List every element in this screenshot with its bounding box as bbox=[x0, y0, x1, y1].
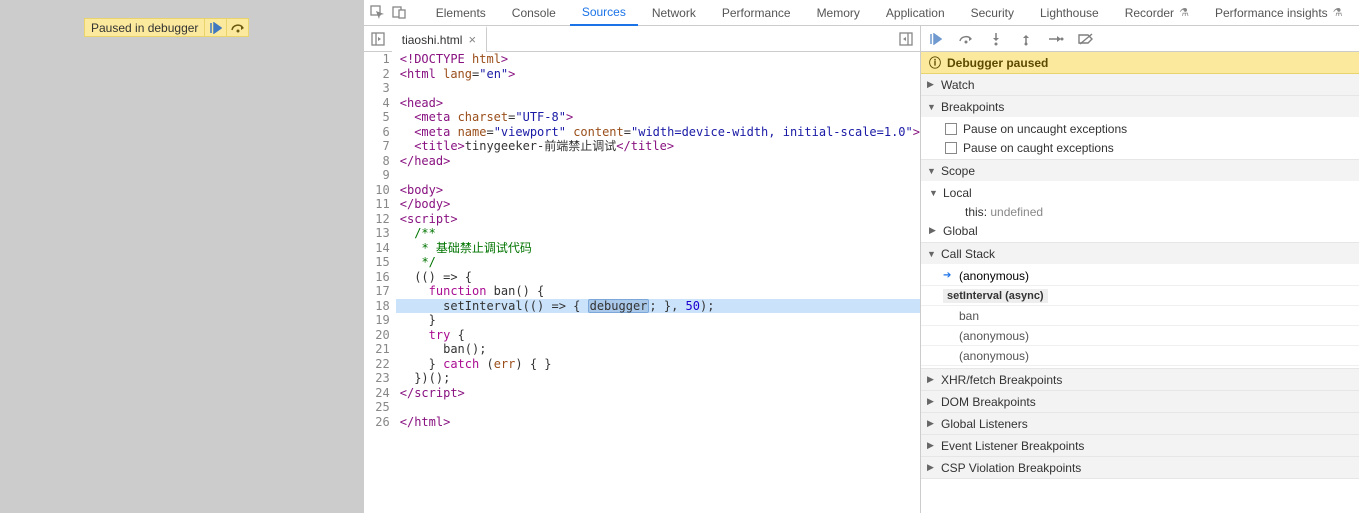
checkbox-icon[interactable] bbox=[945, 142, 957, 154]
tab-performance[interactable]: Performance bbox=[710, 0, 803, 26]
callstack-header[interactable]: ▼Call Stack bbox=[921, 243, 1359, 264]
resume-icon[interactable] bbox=[927, 33, 945, 45]
source-tab-tiaoshi[interactable]: tiaoshi.html × bbox=[392, 26, 487, 52]
tab-application[interactable]: Application bbox=[874, 0, 957, 26]
event-listener-bp-header[interactable]: ▶Event Listener Breakpoints bbox=[921, 435, 1359, 456]
current-frame-icon: ➔ bbox=[943, 270, 953, 281]
csp-bp-header[interactable]: ▶CSP Violation Breakpoints bbox=[921, 457, 1359, 478]
tab-recorder[interactable]: Recorder⚗ bbox=[1113, 0, 1201, 26]
debugger-paused-bar: ⓘ Debugger paused bbox=[921, 52, 1359, 74]
source-tab-label: tiaoshi.html bbox=[402, 33, 463, 47]
inspect-icon[interactable] bbox=[368, 3, 388, 23]
close-icon[interactable]: × bbox=[468, 32, 476, 47]
watch-header[interactable]: ▶Watch bbox=[921, 74, 1359, 95]
breakpoints-header[interactable]: ▼Breakpoints bbox=[921, 96, 1359, 117]
debugger-column: ⓘ Debugger paused ▶Watch ▼Breakpoints Pa… bbox=[921, 26, 1359, 513]
line-gutter: 1234567891011121314151617181920212223242… bbox=[364, 52, 396, 513]
tab-security[interactable]: Security bbox=[959, 0, 1026, 26]
step-over-pill-icon[interactable] bbox=[226, 19, 248, 36]
step-out-icon[interactable] bbox=[1017, 32, 1035, 46]
flask-icon: ⚗ bbox=[1179, 0, 1189, 26]
navigator-toggle-icon[interactable] bbox=[364, 32, 392, 46]
callstack-async: setInterval (async) bbox=[921, 286, 1359, 306]
callstack-frame[interactable]: (anonymous) bbox=[921, 346, 1359, 366]
snippets-toggle-icon[interactable] bbox=[892, 32, 920, 46]
resume-play-icon[interactable] bbox=[204, 19, 226, 36]
flask-icon: ⚗ bbox=[1333, 0, 1343, 26]
callstack-frame[interactable]: (anonymous) bbox=[921, 326, 1359, 346]
callstack-frame[interactable]: ban bbox=[921, 306, 1359, 326]
debugger-highlight: debugger bbox=[588, 299, 650, 313]
tab-network[interactable]: Network bbox=[640, 0, 708, 26]
debugger-toolbar bbox=[921, 26, 1359, 52]
step-icon[interactable] bbox=[1047, 33, 1065, 45]
info-icon: ⓘ bbox=[929, 54, 941, 71]
deactivate-breakpoints-icon[interactable] bbox=[1077, 33, 1095, 45]
dom-bp-header[interactable]: ▶DOM Breakpoints bbox=[921, 391, 1359, 412]
devtools-panel: Elements Console Sources Network Perform… bbox=[363, 0, 1359, 513]
scope-this: this: undefined bbox=[921, 202, 1359, 221]
paused-text: Paused in debugger bbox=[85, 21, 204, 35]
sources-column: tiaoshi.html × 1234567891011121314151617… bbox=[364, 26, 921, 513]
xhr-bp-header[interactable]: ▶XHR/fetch Breakpoints bbox=[921, 369, 1359, 390]
tab-sources[interactable]: Sources bbox=[570, 0, 638, 26]
page-content: Paused in debugger bbox=[0, 0, 363, 513]
tab-console[interactable]: Console bbox=[500, 0, 568, 26]
global-listeners-header[interactable]: ▶Global Listeners bbox=[921, 413, 1359, 434]
scope-header[interactable]: ▼Scope bbox=[921, 160, 1359, 181]
code-editor[interactable]: 1234567891011121314151617181920212223242… bbox=[364, 52, 920, 513]
tab-perf-insights[interactable]: Performance insights⚗ bbox=[1203, 0, 1355, 26]
checkbox-icon[interactable] bbox=[945, 123, 957, 135]
device-toggle-icon[interactable] bbox=[390, 3, 410, 23]
pause-caught-row[interactable]: Pause on caught exceptions bbox=[921, 138, 1359, 157]
paused-in-debugger-pill: Paused in debugger bbox=[84, 18, 249, 37]
scope-local[interactable]: ▼Local bbox=[921, 183, 1359, 202]
code-body[interactable]: <!DOCTYPE html> <html lang="en"> <head> … bbox=[396, 52, 920, 513]
step-into-icon[interactable] bbox=[987, 32, 1005, 46]
tab-elements[interactable]: Elements bbox=[424, 0, 498, 26]
devtools-tabbar: Elements Console Sources Network Perform… bbox=[364, 0, 1359, 26]
source-file-tabs: tiaoshi.html × bbox=[364, 26, 920, 52]
step-over-icon[interactable] bbox=[957, 33, 975, 45]
pause-uncaught-row[interactable]: Pause on uncaught exceptions bbox=[921, 119, 1359, 138]
callstack-frame[interactable]: ➔(anonymous) bbox=[921, 266, 1359, 286]
tab-memory[interactable]: Memory bbox=[805, 0, 872, 26]
scope-global[interactable]: ▶Global bbox=[921, 221, 1359, 240]
tab-lighthouse[interactable]: Lighthouse bbox=[1028, 0, 1111, 26]
